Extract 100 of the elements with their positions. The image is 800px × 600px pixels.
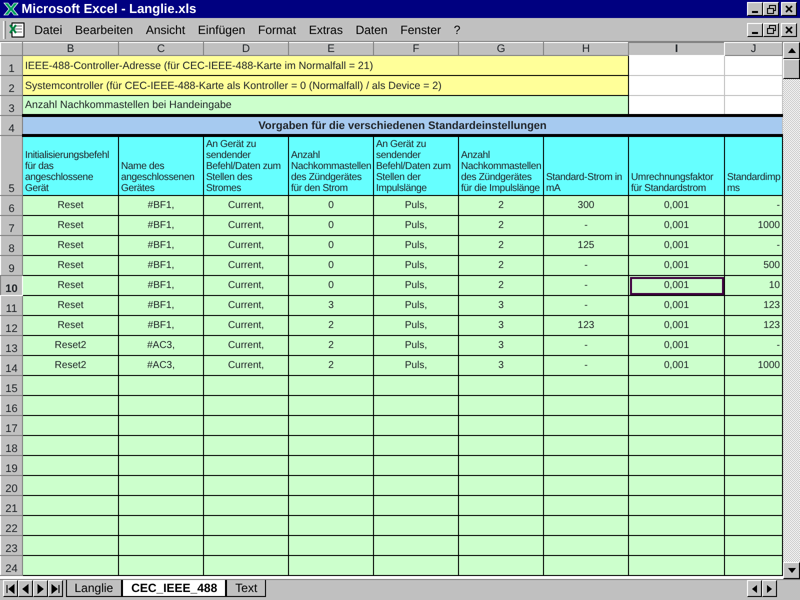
row-header[interactable]: 5 (0, 136, 22, 196)
select-all-button[interactable] (0, 42, 22, 56)
row-header[interactable]: 18 (0, 436, 22, 456)
table-cell[interactable]: Reset2 (22, 336, 118, 356)
table-cell[interactable]: 0 (288, 256, 374, 276)
table-cell[interactable]: 0,001 (628, 236, 724, 256)
restore-button[interactable] (763, 2, 780, 16)
table-cell[interactable]: 3 (458, 336, 544, 356)
table-cell[interactable]: Reset (22, 296, 118, 316)
menu-item[interactable]: Datei (29, 20, 68, 38)
row-header[interactable]: 15 (0, 376, 22, 396)
menu-item[interactable]: Format (253, 20, 302, 38)
table-cell[interactable]: 0,001 (628, 256, 724, 276)
table-cell[interactable]: - (544, 336, 628, 356)
column-header[interactable]: C (118, 42, 204, 56)
row-header[interactable]: 3 (0, 96, 22, 116)
row-header[interactable]: 2 (0, 76, 22, 96)
column-header[interactable]: H (544, 42, 628, 56)
document-close-button[interactable] (781, 22, 798, 36)
table-cell[interactable]: - (544, 256, 628, 276)
table-cell[interactable]: Puls, (374, 196, 458, 216)
table-cell[interactable]: Reset (22, 196, 118, 216)
table-cell[interactable]: Reset (22, 276, 118, 296)
table-cell[interactable]: Current, (204, 296, 288, 316)
menu-item[interactable]: Extras (304, 20, 348, 38)
table-cell[interactable]: 2 (458, 216, 544, 236)
table-cell[interactable]: 2 (288, 336, 374, 356)
table-cell[interactable]: 10 (724, 276, 782, 296)
row-header[interactable]: 20 (0, 476, 22, 496)
table-cell[interactable]: 0,001 (628, 336, 724, 356)
scroll-up-button[interactable] (783, 42, 800, 59)
last-sheet-button[interactable] (48, 580, 63, 597)
row-header[interactable]: 8 (0, 236, 22, 256)
table-cell[interactable]: Puls, (374, 236, 458, 256)
column-header[interactable]: F (374, 42, 458, 56)
table-cell[interactable]: 1000 (724, 216, 782, 236)
table-cell[interactable]: 3 (288, 296, 374, 316)
row-header[interactable]: 22 (0, 516, 22, 536)
previous-sheet-button[interactable] (18, 580, 33, 597)
table-cell[interactable]: 3 (458, 296, 544, 316)
menu-item[interactable]: Daten (350, 20, 393, 38)
table-cell[interactable]: 500 (724, 256, 782, 276)
row-header[interactable]: 17 (0, 416, 22, 436)
table-cell[interactable]: #BF1, (118, 256, 204, 276)
row-header[interactable]: 14 (0, 356, 22, 376)
row-header[interactable]: 10 (0, 276, 22, 296)
row-header[interactable]: 9 (0, 256, 22, 276)
row-header[interactable]: 1 (0, 56, 22, 76)
table-cell[interactable]: 0,001 (628, 276, 724, 296)
menu-item[interactable]: ? (448, 20, 466, 38)
row-header[interactable]: 21 (0, 496, 22, 516)
first-sheet-button[interactable] (2, 580, 18, 597)
table-cell[interactable]: Puls, (374, 356, 458, 376)
table-cell[interactable]: - (544, 296, 628, 316)
table-cell[interactable]: 0,001 (628, 196, 724, 216)
scroll-right-button[interactable] (762, 580, 778, 597)
table-cell[interactable]: Reset (22, 316, 118, 336)
table-cell[interactable]: Current, (204, 236, 288, 256)
table-cell[interactable]: 0 (288, 236, 374, 256)
row-header[interactable]: 11 (0, 296, 22, 316)
menu-item[interactable]: Fenster (395, 20, 446, 38)
column-header[interactable]: G (458, 42, 544, 56)
table-cell[interactable]: 0,001 (628, 216, 724, 236)
row-header[interactable]: 13 (0, 336, 22, 356)
row-header[interactable]: 23 (0, 536, 22, 556)
table-cell[interactable]: Current, (204, 196, 288, 216)
table-cell[interactable]: Current, (204, 276, 288, 296)
menu-item[interactable]: Bearbeiten (70, 20, 138, 38)
row-header[interactable]: 24 (0, 556, 22, 576)
table-cell[interactable]: 0,001 (628, 296, 724, 316)
table-cell[interactable]: Current, (204, 356, 288, 376)
table-cell[interactable]: Current, (204, 216, 288, 236)
table-cell[interactable]: 2 (288, 356, 374, 376)
table-cell[interactable]: #AC3, (118, 336, 204, 356)
table-cell[interactable]: - (724, 236, 782, 256)
row-header[interactable]: 19 (0, 456, 22, 476)
table-cell[interactable]: - (724, 196, 782, 216)
table-cell[interactable]: Reset (22, 236, 118, 256)
table-cell[interactable]: #BF1, (118, 196, 204, 216)
table-cell[interactable]: #BF1, (118, 236, 204, 256)
table-cell[interactable]: 2 (458, 236, 544, 256)
column-header[interactable]: J (724, 42, 782, 56)
sheet-tab[interactable]: CEC_IEEE_488 (122, 580, 226, 597)
table-cell[interactable]: 3 (458, 356, 544, 376)
table-cell[interactable]: 3 (458, 316, 544, 336)
table-cell[interactable]: #BF1, (118, 216, 204, 236)
table-cell[interactable]: Reset2 (22, 356, 118, 376)
table-cell[interactable]: Puls, (374, 316, 458, 336)
table-cell[interactable]: Puls, (374, 216, 458, 236)
column-header[interactable]: E (288, 42, 374, 56)
document-minimize-button[interactable] (747, 22, 764, 36)
table-cell[interactable]: Reset (22, 256, 118, 276)
table-cell[interactable]: 0 (288, 276, 374, 296)
table-cell[interactable]: 0 (288, 216, 374, 236)
scroll-left-button[interactable] (747, 580, 762, 597)
table-cell[interactable]: #BF1, (118, 296, 204, 316)
table-cell[interactable]: - (544, 216, 628, 236)
table-cell[interactable]: Current, (204, 316, 288, 336)
table-cell[interactable]: 123 (724, 316, 782, 336)
table-cell[interactable]: 2 (288, 316, 374, 336)
